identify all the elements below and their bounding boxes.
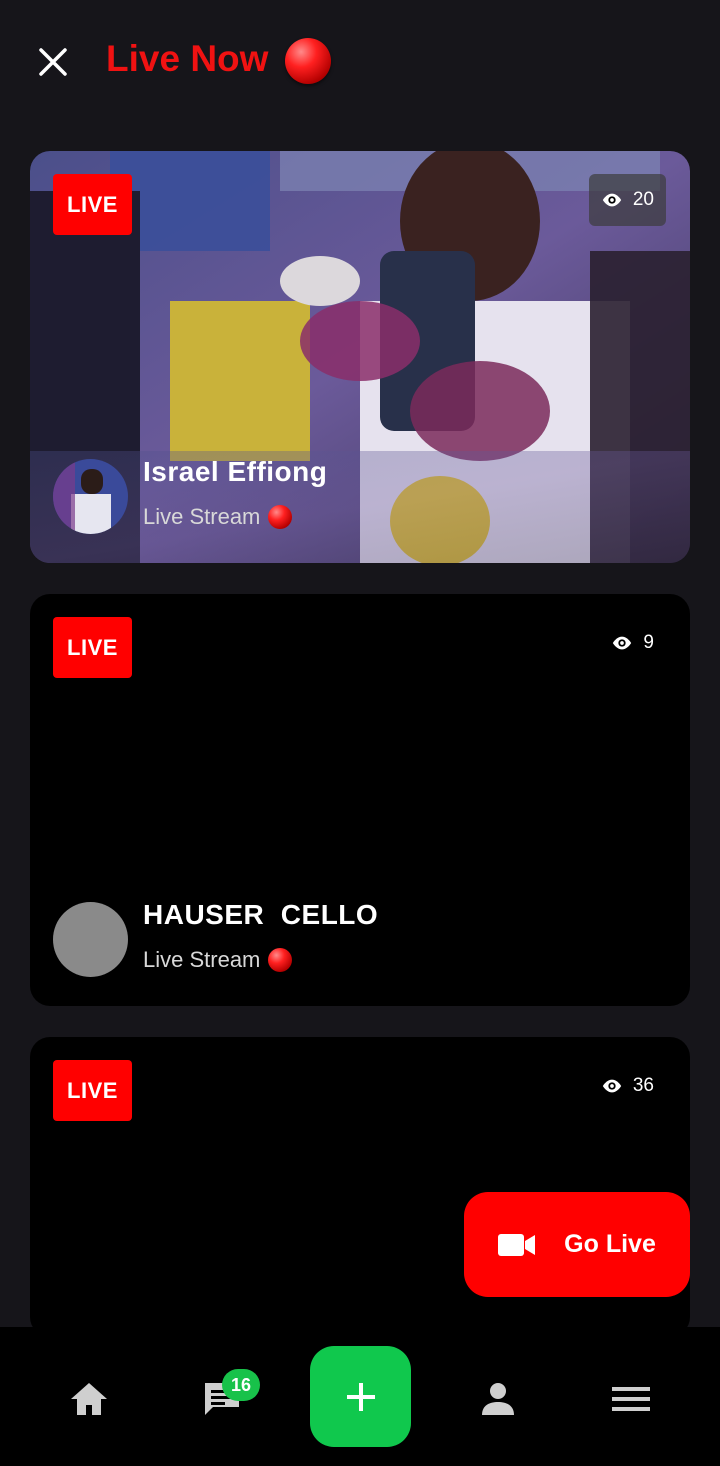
streamer-name: HAUSER CELLO [143,899,379,930]
live-badge: LIVE [53,1060,132,1121]
stream-subtitle: Live Stream [143,947,261,972]
red-circle-icon [285,38,331,84]
eye-icon [602,193,622,207]
go-live-label: Go Live [564,1230,656,1258]
eye-icon [613,636,632,650]
viewer-count-value: 9 [643,632,654,653]
live-badge: LIVE [53,174,132,235]
chat-badge: 16 [222,1369,260,1401]
viewer-count-value: 36 [632,1075,654,1096]
go-live-button[interactable]: Go Live [464,1192,690,1297]
viewer-count: 20 [588,174,666,226]
menu-icon[interactable] [609,1377,653,1421]
viewer-count: 36 [601,1060,654,1112]
red-circle-icon [268,948,293,972]
viewer-count: 9 [611,617,654,669]
stream-card[interactable]: LIVE 9 HAUSER CELLO Live Stream [30,594,690,1006]
stream-label: Live Stream [143,504,293,530]
stream-label: Live Stream [143,947,293,973]
viewer-count-value: 20 [632,189,654,210]
stream-card[interactable]: LIVE 20 Israel Effiong Live Stream [30,151,690,563]
avatar[interactable] [53,902,128,977]
stream-subtitle: Live Stream [143,504,261,529]
header: Live Now [0,0,720,125]
streamer-name: Israel Effiong [143,456,328,487]
add-button[interactable] [310,1346,411,1447]
plus-icon [346,1382,375,1411]
avatar[interactable] [53,459,128,534]
live-badge: LIVE [53,617,132,678]
close-icon[interactable] [33,42,73,82]
eye-icon [602,1079,622,1093]
profile-icon[interactable] [476,1377,520,1421]
red-circle-icon [268,505,293,529]
home-icon[interactable] [67,1377,111,1421]
page-title: Live Now [106,38,269,79]
video-camera-icon [498,1233,536,1256]
